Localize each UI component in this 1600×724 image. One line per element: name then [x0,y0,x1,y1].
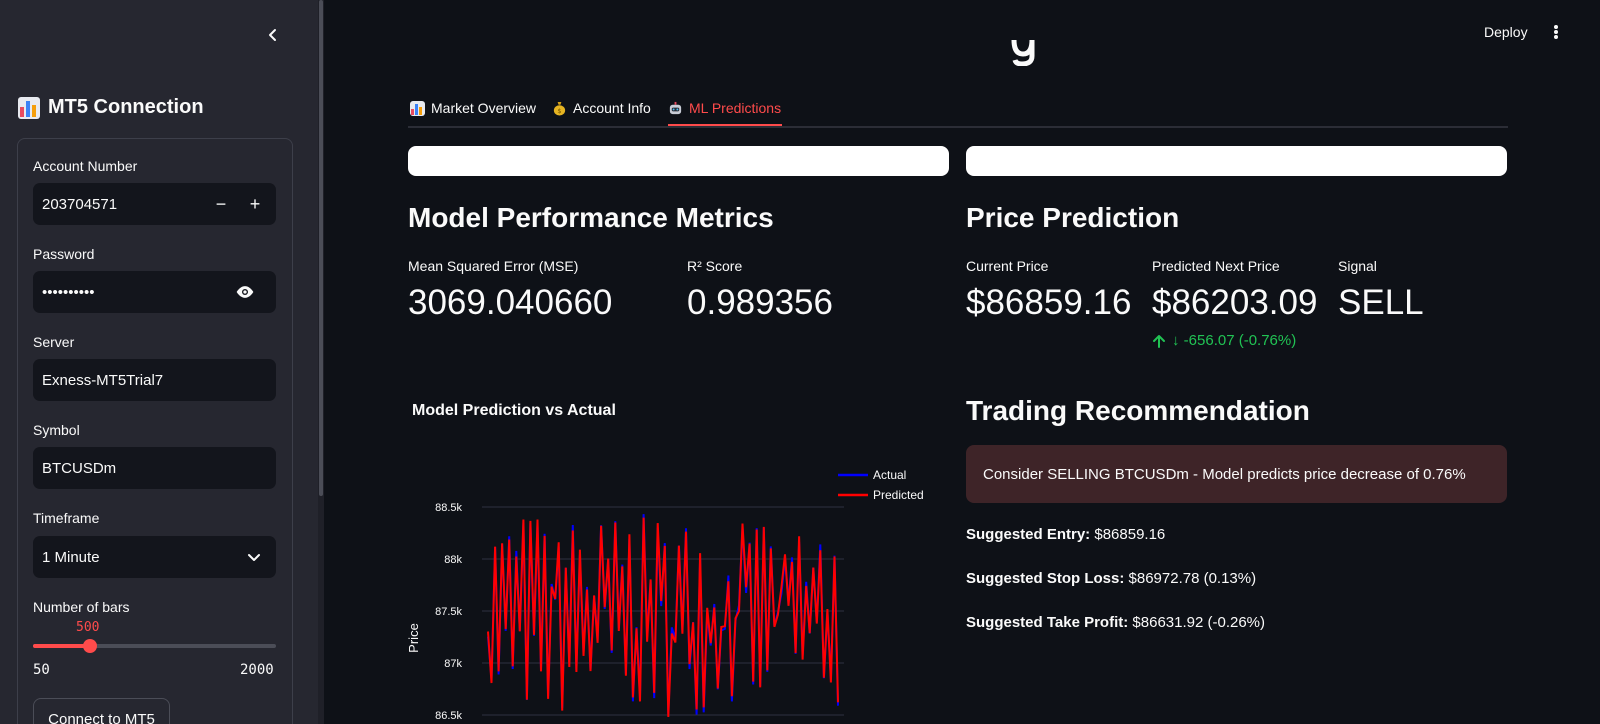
main-menu-icon[interactable] [1548,22,1564,42]
timeframe-value: 1 Minute [42,548,100,566]
y-tick-label: 88k [444,554,462,566]
suggested-entry: Suggested Entry: $86859.16 [966,526,1165,543]
right-banner [966,146,1507,176]
y-tick-label: 87k [444,658,462,670]
tab-label: Market Overview [431,100,537,116]
signal-value: SELL [1338,283,1424,322]
prediction-heading: Price Prediction [966,202,1180,233]
timeframe-select[interactable]: 1 Minute [33,536,276,578]
password-label: Password [33,246,95,262]
series-predicted-line [487,517,839,717]
bars-slider[interactable] [33,639,276,653]
account-number-label: Account Number [33,158,138,174]
y-tick-label: 88.5k [435,502,462,514]
robot-icon [669,101,682,114]
symbol-input[interactable]: BTCUSDm [33,447,276,489]
predicted-price-value: $86203.09 [1152,283,1318,322]
bar-chart-icon [18,96,40,119]
current-price-value: $86859.16 [966,283,1132,322]
price-delta-text: ↓ -656.07 (-0.76%) [1172,332,1297,349]
main-scrollbar[interactable] [1594,0,1600,724]
password-value: •••••••••• [42,283,95,301]
suggested-take-profit-value: $86631.92 (-0.26%) [1132,614,1266,631]
y-tick-label: 86.5k [435,710,462,722]
mse-label: Mean Squared Error (MSE) [408,258,579,274]
recommendation-alert: Consider SELLING BTCUSDm - Model predict… [966,445,1507,503]
decrement-button[interactable]: − [204,183,238,225]
tab-bar: Market Overview $ Account Info ML Predic… [408,92,1508,128]
password-input[interactable]: •••••••••• [33,271,276,313]
suggested-entry-label: Suggested Entry: [966,526,1091,543]
chart-title: Model Prediction vs Actual [412,402,616,419]
account-number-input[interactable]: 203704571 − + [33,183,276,225]
tab-label: ML Predictions [689,100,782,116]
active-tab-indicator [668,124,782,126]
bars-slider-max: 2000 [240,662,274,678]
chevron-down-icon [248,554,260,561]
sidebar-scroll-thumb[interactable] [319,0,323,496]
symbol-value: BTCUSDm [42,459,117,477]
sidebar-title: MT5 Connection [48,96,204,118]
suggested-stop-loss-value: $86972.78 (0.13%) [1128,570,1257,587]
y-axis-label: Price [406,623,421,653]
sidebar-header: MT5 Connection [18,96,204,119]
predicted-price-label: Predicted Next Price [1152,258,1280,274]
bar-chart-icon [410,100,425,116]
bars-slider-fill [33,644,91,648]
suggested-stop-loss-label: Suggested Stop Loss: [966,570,1125,587]
account-number-value: 203704571 [42,195,118,213]
recommendation-heading: Trading Recommendation [966,395,1310,426]
suggested-take-profit: Suggested Take Profit: $86631.92 (-0.26%… [966,614,1265,631]
current-price-label: Current Price [966,258,1049,274]
tab-market-overview[interactable]: Market Overview [410,96,536,120]
metrics-heading: Model Performance Metrics [408,202,774,233]
server-input[interactable]: Exness-MT5Trial7 [33,359,276,401]
chevron-left-icon [269,29,276,41]
signal-label: Signal [1338,258,1377,274]
legend-label: Actual [873,468,906,482]
arrow-up-icon [1153,334,1165,348]
prediction-chart[interactable]: 86.5k 87k 87.5k 88k 88.5k Price Actual Predicte… [400,460,960,724]
money-bag-icon: $ [553,101,566,116]
bars-slider-value: 500 [76,620,100,635]
tab-label: Account Info [573,100,651,116]
bars-label: Number of bars [33,599,130,615]
r2-label: R² Score [687,258,743,274]
server-label: Server [33,334,75,350]
left-banner [408,146,949,176]
tab-ml-predictions[interactable]: ML Predictions [668,96,781,120]
r2-value: 0.989356 [687,283,833,322]
suggested-entry-value: $86859.16 [1094,526,1166,543]
bars-slider-min: 50 [33,662,50,678]
connect-button[interactable]: Connect to MT5 [33,698,170,724]
legend-label: Predicted [873,488,924,502]
suggested-stop-loss: Suggested Stop Loss: $86972.78 (0.13%) [966,570,1256,587]
y-tick-label: 87.5k [435,606,462,618]
deploy-button[interactable]: Deploy [1484,24,1528,40]
increment-button[interactable]: + [238,183,272,225]
timeframe-label: Timeframe [33,510,100,526]
server-value: Exness-MT5Trial7 [42,371,164,389]
tab-account-info[interactable]: $ Account Info [552,96,651,120]
show-password-icon[interactable] [234,282,256,302]
suggested-take-profit-label: Suggested Take Profit: [966,614,1129,631]
mse-value: 3069.040660 [408,283,613,322]
price-delta: ↓ -656.07 (-0.76%) [1152,332,1296,349]
symbol-label: Symbol [33,422,80,438]
page-title-fragment [1010,40,1036,66]
svg-text:$: $ [557,107,561,115]
account-number-stepper: − + [204,183,272,225]
collapse-sidebar-button[interactable] [262,24,284,46]
